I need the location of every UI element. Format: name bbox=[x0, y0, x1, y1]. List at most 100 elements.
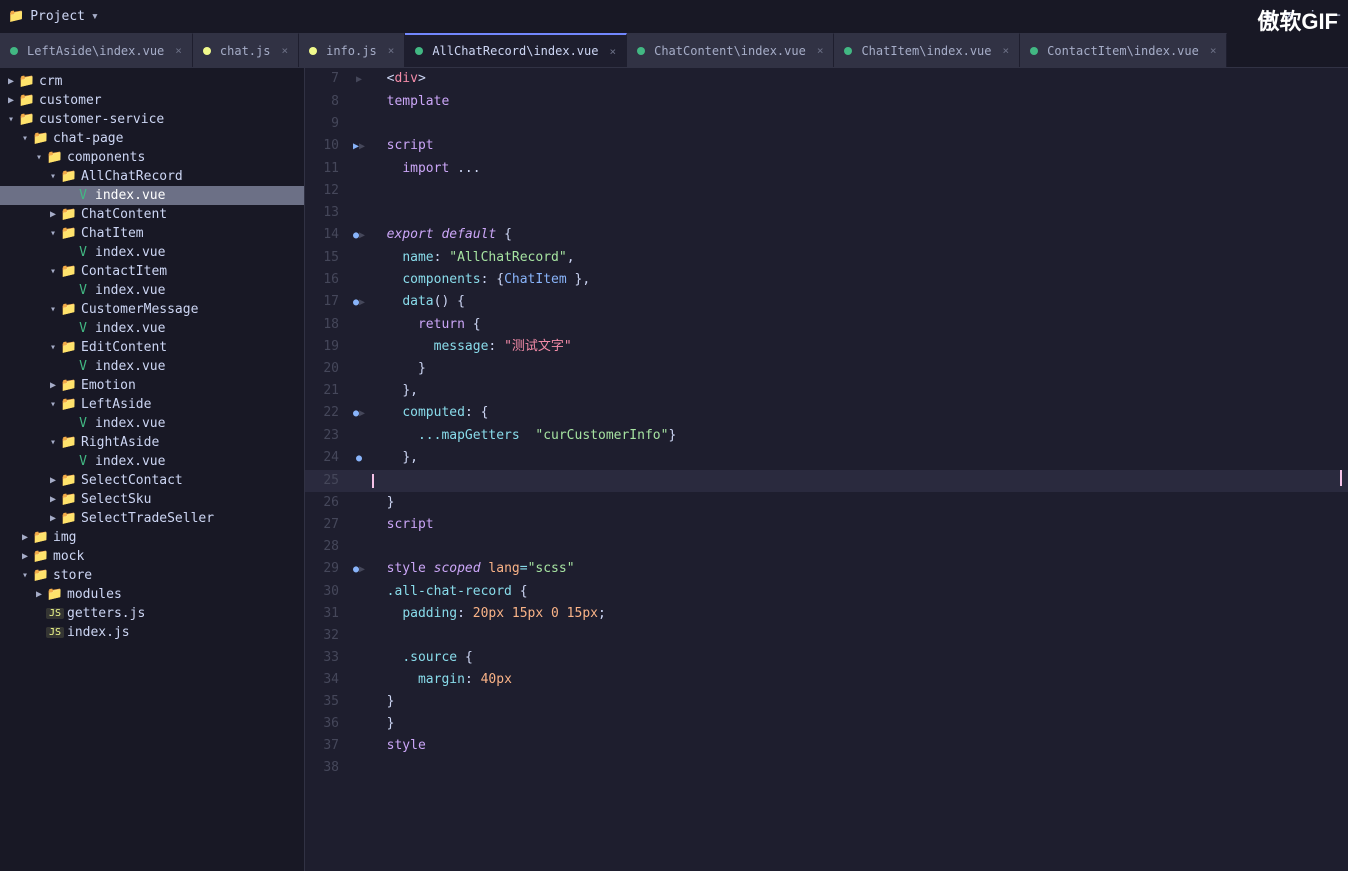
line-gutter: ● bbox=[351, 447, 367, 470]
tab-chatcontent[interactable]: ChatContent\index.vue× bbox=[627, 33, 834, 67]
sidebar-item-ContactItem[interactable]: ▾📁ContactItem bbox=[0, 262, 304, 281]
sidebar-item-store[interactable]: ▾📁store bbox=[0, 566, 304, 585]
tab-chat[interactable]: chat.js× bbox=[193, 33, 299, 67]
line-number: 10 bbox=[305, 135, 351, 158]
code-editor[interactable]: 7 ▶ <div> 8 template 9 10 ▶▶ script 11 i… bbox=[305, 68, 1348, 871]
sidebar-item-mock[interactable]: ▶📁mock bbox=[0, 547, 304, 566]
line-code[interactable] bbox=[367, 202, 1339, 224]
line-code[interactable]: message: "测试文字" bbox=[367, 336, 1339, 358]
sidebar-item-index-customermessage[interactable]: Vindex.vue bbox=[0, 319, 304, 338]
line-code[interactable]: margin: 40px bbox=[367, 669, 1339, 691]
code-line-17: 17 ●▶ data() { bbox=[305, 291, 1348, 314]
sidebar-label: store bbox=[53, 568, 92, 583]
tab-contactitem[interactable]: ContactItem\index.vue× bbox=[1020, 33, 1227, 67]
line-code[interactable]: } bbox=[367, 691, 1339, 713]
cross-icon[interactable]: ⊠ bbox=[1285, 8, 1293, 24]
line-code[interactable] bbox=[367, 536, 1339, 558]
line-code[interactable]: name: "AllChatRecord", bbox=[367, 247, 1339, 269]
sidebar-label: components bbox=[67, 150, 145, 165]
sidebar-item-SelectTradeSeller[interactable]: ▶📁SelectTradeSeller bbox=[0, 509, 304, 528]
sidebar-item-crm[interactable]: ▶📁crm bbox=[0, 72, 304, 91]
line-code[interactable]: computed: { bbox=[367, 402, 1339, 425]
line-code[interactable]: style scoped lang="scss" bbox=[367, 558, 1339, 581]
line-gutter bbox=[351, 336, 367, 358]
sidebar-item-customer-service[interactable]: ▾📁customer-service bbox=[0, 110, 304, 129]
code-line-8: 8 template bbox=[305, 91, 1348, 113]
sidebar-item-AllChatRecord[interactable]: ▾📁AllChatRecord bbox=[0, 167, 304, 186]
sidebar-item-index-rightaside[interactable]: Vindex.vue bbox=[0, 452, 304, 471]
line-gutter bbox=[351, 180, 367, 202]
sidebar-item-SelectContact[interactable]: ▶📁SelectContact bbox=[0, 471, 304, 490]
line-code[interactable] bbox=[367, 757, 1339, 779]
line-gutter: ▶▶ bbox=[351, 135, 367, 158]
line-code[interactable]: style bbox=[367, 735, 1339, 757]
line-code[interactable]: padding: 20px 15px 0 15px; bbox=[367, 603, 1339, 625]
line-code[interactable]: }, bbox=[367, 447, 1339, 470]
tab-info[interactable]: info.js× bbox=[299, 33, 405, 67]
line-code[interactable]: <div> bbox=[367, 68, 1339, 91]
sidebar-item-img[interactable]: ▶📁img bbox=[0, 528, 304, 547]
line-gutter bbox=[351, 757, 367, 779]
line-code[interactable]: script bbox=[367, 514, 1339, 536]
sidebar-label: mock bbox=[53, 549, 84, 564]
minimize-icon[interactable]: ─ bbox=[1332, 8, 1340, 24]
project-label[interactable]: Project bbox=[30, 9, 85, 24]
line-code[interactable] bbox=[367, 113, 1339, 135]
line-code[interactable]: script bbox=[367, 135, 1339, 158]
line-code[interactable]: data() { bbox=[367, 291, 1339, 314]
line-code[interactable]: .all-chat-record { bbox=[367, 581, 1339, 603]
line-code[interactable]: } bbox=[367, 492, 1339, 514]
line-gutter bbox=[351, 247, 367, 269]
line-code[interactable]: components: {ChatItem }, bbox=[367, 269, 1339, 291]
line-code[interactable]: } bbox=[367, 358, 1339, 380]
sidebar-item-components[interactable]: ▾📁components bbox=[0, 148, 304, 167]
line-number: 14 bbox=[305, 224, 351, 247]
line-code[interactable] bbox=[367, 470, 1339, 492]
line-code[interactable] bbox=[367, 180, 1339, 202]
sidebar-item-ChatItem[interactable]: ▾📁ChatItem bbox=[0, 224, 304, 243]
line-code[interactable] bbox=[367, 625, 1339, 647]
sidebar-item-index-contactitem[interactable]: Vindex.vue bbox=[0, 281, 304, 300]
chevron-icon[interactable]: ▾ bbox=[91, 9, 99, 24]
line-number: 31 bbox=[305, 603, 351, 625]
sidebar-item-CustomerMessage[interactable]: ▾📁CustomerMessage bbox=[0, 300, 304, 319]
line-gutter bbox=[351, 425, 367, 447]
sidebar-item-LeftAside[interactable]: ▾📁LeftAside bbox=[0, 395, 304, 414]
sidebar-item-modules[interactable]: ▶📁modules bbox=[0, 585, 304, 604]
line-code[interactable]: }, bbox=[367, 380, 1339, 402]
code-line-34: 34 margin: 40px bbox=[305, 669, 1348, 691]
line-gutter bbox=[351, 158, 367, 180]
line-code[interactable]: return { bbox=[367, 314, 1339, 336]
code-line-25: 25 bbox=[305, 470, 1348, 492]
line-number: 8 bbox=[305, 91, 351, 113]
sidebar-item-index-leftaside[interactable]: Vindex.vue bbox=[0, 414, 304, 433]
code-line-38: 38 bbox=[305, 757, 1348, 779]
sidebar-item-chat-page[interactable]: ▾📁chat-page bbox=[0, 129, 304, 148]
menu-icon[interactable]: ⋮ bbox=[1306, 8, 1320, 24]
sidebar-item-customer[interactable]: ▶📁customer bbox=[0, 91, 304, 110]
sidebar-item-ChatContent[interactable]: ▶📁ChatContent bbox=[0, 205, 304, 224]
sidebar-label: RightAside bbox=[81, 435, 159, 450]
line-gutter bbox=[351, 269, 367, 291]
line-code[interactable]: ...mapGetters "curCustomerInfo"} bbox=[367, 425, 1339, 447]
sidebar-label: index.vue bbox=[95, 359, 165, 374]
sidebar-item-EditContent[interactable]: ▾📁EditContent bbox=[0, 338, 304, 357]
sidebar-item-index-chatitem[interactable]: Vindex.vue bbox=[0, 243, 304, 262]
sidebar-item-index-editcontent[interactable]: Vindex.vue bbox=[0, 357, 304, 376]
sidebar-item-Emotion[interactable]: ▶📁Emotion bbox=[0, 376, 304, 395]
tab-leftaside[interactable]: LeftAside\index.vue× bbox=[0, 33, 193, 67]
line-code[interactable]: export default { bbox=[367, 224, 1339, 247]
line-number: 13 bbox=[305, 202, 351, 224]
sidebar-item-index-allchat[interactable]: Vindex.vue bbox=[0, 186, 304, 205]
line-code[interactable]: } bbox=[367, 713, 1339, 735]
line-code[interactable]: import ... bbox=[367, 158, 1339, 180]
sidebar-item-getters-js[interactable]: JSgetters.js bbox=[0, 604, 304, 623]
circle-icon[interactable]: ⊙ bbox=[1265, 8, 1273, 24]
sidebar-item-SelectSku[interactable]: ▶📁SelectSku bbox=[0, 490, 304, 509]
sidebar-item-index-js[interactable]: JSindex.js bbox=[0, 623, 304, 642]
line-code[interactable]: .source { bbox=[367, 647, 1339, 669]
tab-chatitem[interactable]: ChatItem\index.vue× bbox=[834, 33, 1020, 67]
tab-allchat[interactable]: AllChatRecord\index.vue× bbox=[405, 33, 627, 67]
sidebar-item-RightAside[interactable]: ▾📁RightAside bbox=[0, 433, 304, 452]
line-code[interactable]: template bbox=[367, 91, 1339, 113]
